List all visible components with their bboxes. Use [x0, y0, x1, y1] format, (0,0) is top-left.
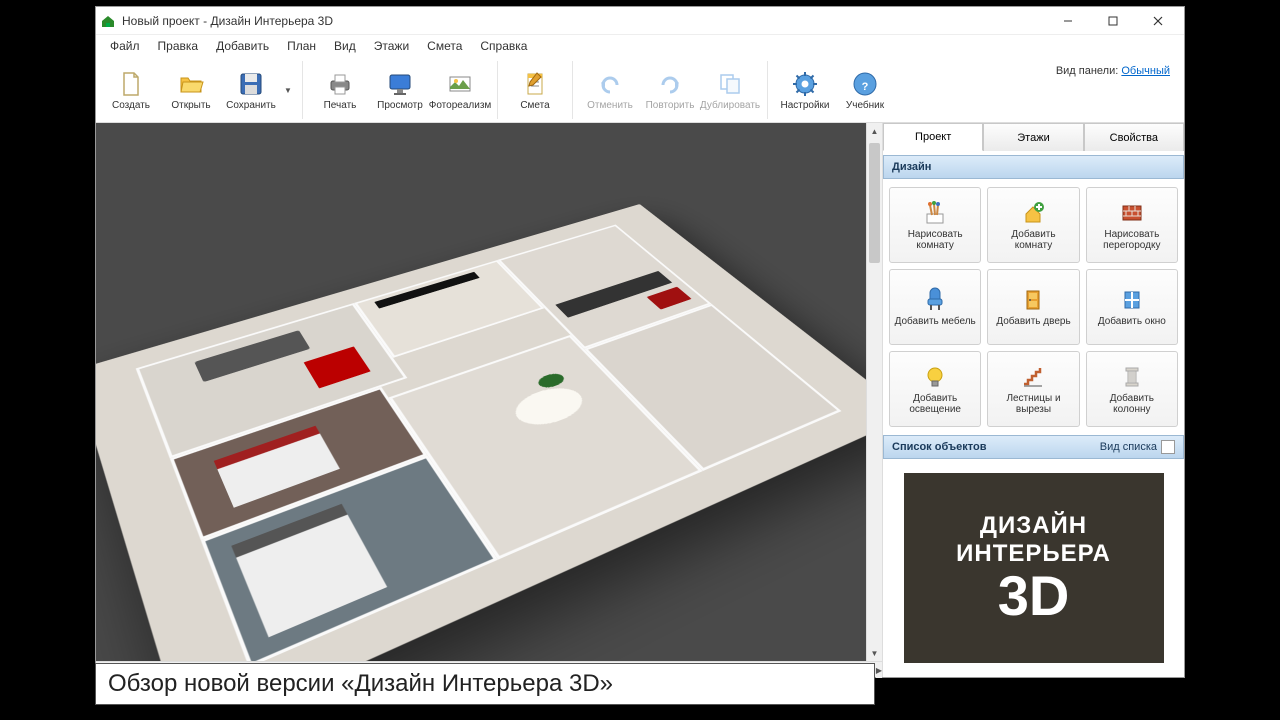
window-controls — [1045, 8, 1180, 34]
estimate-icon — [521, 70, 549, 98]
menu-estimate[interactable]: Смета — [419, 36, 470, 56]
printer-icon — [326, 70, 354, 98]
duplicate-icon — [716, 70, 744, 98]
stairs-button[interactable]: Лестницы и вырезы — [987, 351, 1079, 427]
door-icon — [1019, 286, 1047, 314]
save-icon — [237, 70, 265, 98]
menu-floors[interactable]: Этажи — [366, 36, 417, 56]
estimate-button[interactable]: Смета — [506, 61, 564, 119]
side-tabs: Проект Этажи Свойства — [883, 123, 1184, 151]
3d-viewport[interactable] — [96, 123, 866, 661]
minimize-button[interactable] — [1045, 8, 1090, 34]
app-icon — [100, 13, 116, 29]
tab-properties[interactable]: Свойства — [1084, 123, 1184, 151]
floorplan-render — [96, 204, 866, 661]
draw-partition-button[interactable]: Нарисовать перегородку — [1086, 187, 1178, 263]
photorealism-icon — [446, 70, 474, 98]
stairs-icon — [1019, 363, 1047, 391]
window-icon — [1118, 286, 1146, 314]
design-grid: Нарисовать комнату Добавить комнату Нари… — [883, 179, 1184, 435]
scroll-up-icon[interactable]: ▲ — [867, 123, 882, 139]
monitor-icon — [386, 70, 414, 98]
window-title: Новый проект - Дизайн Интерьера 3D — [122, 14, 333, 28]
add-room-button[interactable]: Добавить комнату — [987, 187, 1079, 263]
draw-room-button[interactable]: Нарисовать комнату — [889, 187, 981, 263]
new-file-icon — [117, 70, 145, 98]
lightbulb-icon — [921, 363, 949, 391]
create-button[interactable]: Создать — [102, 61, 160, 119]
menu-edit[interactable]: Правка — [150, 36, 207, 56]
workspace: ▲ ▼ ◀ ▶ Проект Этажи Свойства Дизайн — [96, 123, 1184, 677]
duplicate-button: Дублировать — [701, 61, 759, 119]
list-view-type[interactable]: Вид списка — [1100, 440, 1175, 454]
add-lighting-button[interactable]: Добавить освещение — [889, 351, 981, 427]
object-list-header: Список объектов Вид списка — [883, 435, 1184, 459]
add-window-button[interactable]: Добавить окно — [1086, 269, 1178, 345]
scroll-thumb[interactable] — [869, 143, 880, 263]
add-room-icon — [1019, 199, 1047, 227]
preview-button[interactable]: Просмотр — [371, 61, 429, 119]
folder-open-icon — [177, 70, 205, 98]
gear-icon — [791, 70, 819, 98]
tab-floors[interactable]: Этажи — [983, 123, 1083, 151]
settings-button[interactable]: Настройки — [776, 61, 834, 119]
titlebar: Новый проект - Дизайн Интерьера 3D — [96, 7, 1184, 35]
menubar: Файл Правка Добавить План Вид Этажи Смет… — [96, 35, 1184, 57]
object-list-body: ДИЗАЙН ИНТЕРЬЕРА 3D — [883, 459, 1184, 677]
undo-button: Отменить — [581, 61, 639, 119]
manual-button[interactable]: ? Учебник — [836, 61, 894, 119]
redo-icon — [656, 70, 684, 98]
menu-add[interactable]: Добавить — [208, 36, 277, 56]
menu-view[interactable]: Вид — [326, 36, 364, 56]
menu-plan[interactable]: План — [279, 36, 324, 56]
tab-project[interactable]: Проект — [883, 123, 983, 151]
photoreal-button[interactable]: Фотореализм — [431, 61, 489, 119]
svg-text:?: ? — [862, 81, 869, 93]
promo-banner: ДИЗАЙН ИНТЕРЬЕРА 3D — [904, 473, 1164, 663]
brick-wall-icon — [1118, 199, 1146, 227]
toolbar: Создать Открыть Сохранить ▼ Печать Просм… — [96, 57, 1184, 123]
open-button[interactable]: Открыть — [162, 61, 220, 119]
scroll-down-icon[interactable]: ▼ — [867, 645, 882, 661]
add-furniture-button[interactable]: Добавить мебель — [889, 269, 981, 345]
video-caption: Обзор новой версии «Дизайн Интерьера 3D» — [95, 663, 875, 705]
chair-icon — [921, 286, 949, 314]
close-button[interactable] — [1135, 8, 1180, 34]
draw-room-icon — [921, 199, 949, 227]
design-section-header: Дизайн — [883, 155, 1184, 179]
save-dropdown[interactable]: ▼ — [282, 61, 294, 119]
column-icon — [1118, 363, 1146, 391]
panel-mode: Вид панели: Обычный — [1048, 61, 1178, 81]
add-door-button[interactable]: Добавить дверь — [987, 269, 1079, 345]
maximize-button[interactable] — [1090, 8, 1135, 34]
help-icon: ? — [851, 70, 879, 98]
list-view-icon — [1161, 440, 1175, 454]
print-button[interactable]: Печать — [311, 61, 369, 119]
panel-mode-link[interactable]: Обычный — [1121, 65, 1170, 77]
menu-help[interactable]: Справка — [472, 36, 535, 56]
app-window: Новый проект - Дизайн Интерьера 3D Файл … — [95, 6, 1185, 678]
undo-icon — [596, 70, 624, 98]
redo-button: Повторить — [641, 61, 699, 119]
vertical-scrollbar[interactable]: ▲ ▼ — [866, 123, 882, 661]
add-column-button[interactable]: Добавить колонну — [1086, 351, 1178, 427]
menu-file[interactable]: Файл — [102, 36, 148, 56]
save-button[interactable]: Сохранить — [222, 61, 280, 119]
side-panel: Проект Этажи Свойства Дизайн Нарисовать … — [882, 123, 1184, 677]
